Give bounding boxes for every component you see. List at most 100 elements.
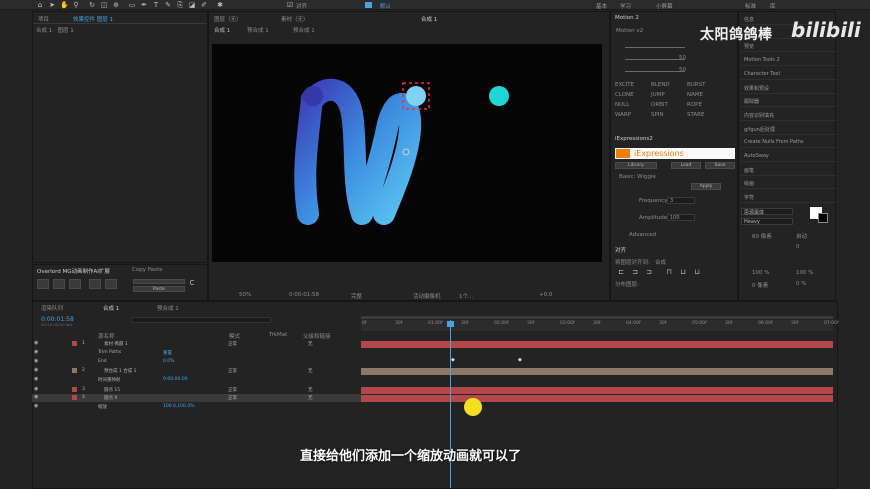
side-panel-item[interactable]: 跟踪器	[744, 98, 759, 105]
layer-duration-bar[interactable]	[361, 395, 833, 402]
layer-mode[interactable]: 正常	[228, 368, 237, 374]
layer-parent[interactable]: 无	[308, 341, 313, 347]
keyframe-2[interactable]: ◆	[518, 357, 522, 363]
views-dropdown[interactable]: 1个...	[459, 292, 473, 300]
side-panel-item[interactable]: gifgun后处理	[744, 126, 775, 133]
motion-slider-3[interactable]	[625, 71, 685, 72]
motion-slider-2[interactable]	[625, 59, 685, 60]
overlord-import-button[interactable]	[105, 279, 117, 289]
load-button[interactable]: Load	[671, 162, 701, 169]
amplitude-input[interactable]: 100	[667, 214, 695, 221]
motion-version-select[interactable]: Motion v2	[616, 28, 643, 34]
side-panel-item[interactable]: 绘画	[744, 180, 754, 187]
side-panel-item[interactable]: 画笔	[744, 167, 754, 174]
motion-value-2[interactable]: 50	[679, 67, 686, 73]
motion-button[interactable]: BURST	[687, 82, 705, 88]
layer-name[interactable]: 素材 椭圆 1	[104, 341, 128, 347]
motion-button[interactable]: SPIN	[651, 112, 664, 118]
snap-checkbox-icon[interactable]: ☑	[286, 1, 294, 9]
side-panel-item[interactable]: Motion Tools 2	[744, 57, 780, 63]
tracking-value[interactable]: 0	[796, 244, 800, 250]
layer-duration-bar[interactable]	[361, 341, 833, 348]
tab-copy-paste[interactable]: Copy Paste	[132, 267, 163, 273]
paste-button[interactable]: Paste	[133, 286, 185, 292]
align-bottom-icon[interactable]: ⊔	[693, 268, 701, 276]
workspace-default-swatch[interactable]	[365, 2, 372, 8]
align-hcenter-icon[interactable]: ⊐	[631, 268, 639, 276]
timeline-layer-row[interactable]: ◉ 3 圆点 15 正常 无	[32, 386, 361, 394]
align-to-dropdown[interactable]: 合成	[655, 258, 666, 266]
type-tool-icon[interactable]: T	[152, 1, 160, 9]
workspace-tab-1[interactable]: 基本	[596, 2, 607, 10]
align-tab[interactable]: 对齐	[615, 246, 626, 254]
composition-canvas[interactable]	[212, 44, 602, 262]
side-panel-item[interactable]: 字符	[744, 194, 754, 201]
layer-parent[interactable]: 重置	[163, 350, 172, 356]
leading-value[interactable]: 自动	[796, 232, 807, 240]
stroke-color-swatch[interactable]	[818, 213, 828, 223]
layer-name[interactable]: 缩放	[98, 404, 107, 410]
tab-timeline-comp1[interactable]: 合成 1	[103, 304, 119, 312]
visibility-eye-icon[interactable]: ◉	[34, 340, 38, 346]
rectangle-tool-icon[interactable]: ▭	[128, 1, 136, 9]
timeline-layer-row[interactable]: ◉ 4 圆点 9 正常 无	[32, 394, 361, 402]
layer-parent[interactable]: 无	[308, 395, 313, 401]
camera-dropdown[interactable]: 活动摄像机	[413, 292, 441, 300]
side-panel-item[interactable]: Create Nulls From Paths	[744, 139, 804, 145]
work-area-bar[interactable]	[361, 316, 833, 319]
workspace-default-tab[interactable]: 默认	[380, 2, 391, 10]
layer-name[interactable]: 预合成 1 合成 1	[104, 368, 137, 374]
tab-overlord[interactable]: Overlord MG动画制作AI扩展	[37, 267, 110, 275]
puppet-tool-icon[interactable]: ✱	[216, 1, 224, 9]
subtab-precomp1[interactable]: 预合成 1	[247, 26, 269, 34]
selected-dot[interactable]	[406, 86, 426, 106]
eraser-tool-icon[interactable]: ◪	[188, 1, 196, 9]
layer-name[interactable]: End	[98, 359, 107, 364]
tab-footage[interactable]: 素材（无）	[281, 15, 309, 23]
layer-label-color[interactable]	[72, 387, 77, 392]
brush-tool-icon[interactable]: ✎	[164, 1, 172, 9]
layer-name[interactable]: 圆点 15	[104, 387, 120, 393]
layer-mode[interactable]: 正常	[228, 395, 237, 401]
horizontal-scale-value[interactable]: 100 %	[796, 270, 813, 276]
advanced-toggle[interactable]: Advanced	[629, 232, 656, 238]
visibility-eye-icon[interactable]: ◉	[34, 394, 38, 400]
visibility-eye-icon[interactable]: ◉	[34, 386, 38, 392]
workspace-tab-5[interactable]: 库	[770, 2, 776, 10]
workspace-tab-3[interactable]: 小屏幕	[656, 2, 673, 10]
home-icon[interactable]: ⌂	[36, 1, 44, 9]
overlord-push-button[interactable]	[37, 279, 49, 289]
visibility-eye-icon[interactable]: ◉	[34, 367, 38, 373]
layer-label-color[interactable]	[72, 341, 77, 346]
layer-name[interactable]: 时间重映射	[98, 377, 121, 383]
layer-parent[interactable]: 无	[308, 387, 313, 393]
workspace-tab-4[interactable]: 标准	[745, 2, 756, 10]
pan-behind-tool-icon[interactable]: ⊕	[112, 1, 120, 9]
motion-button[interactable]: NAME	[687, 92, 703, 98]
timeline-search-input[interactable]	[131, 317, 271, 323]
roto-brush-tool-icon[interactable]: ✐	[200, 1, 208, 9]
overlord-export-button[interactable]	[89, 279, 101, 289]
tab-effect-controls[interactable]: 效果控件 图层 1	[73, 15, 113, 23]
visibility-eye-icon[interactable]: ◉	[34, 349, 38, 355]
rotate-tool-icon[interactable]: ↻	[88, 1, 96, 9]
motion-tab[interactable]: Motion 2	[615, 15, 639, 21]
font-style-dropdown[interactable]: Heavy	[741, 218, 793, 225]
timeline-layer-row[interactable]: ◉ 缩放 100.0,100.0%	[32, 403, 361, 411]
side-panel-item[interactable]: AutoSway	[744, 153, 769, 159]
iexpressions-tab[interactable]: iExpressions2	[615, 136, 653, 142]
camera-tool-icon[interactable]: ◫	[100, 1, 108, 9]
apply-button[interactable]: Apply	[691, 183, 721, 190]
overlord-settings-button[interactable]	[69, 279, 81, 289]
motion-button[interactable]: ROPE	[687, 102, 702, 108]
side-panel-item[interactable]: 预览	[744, 43, 754, 50]
motion-slider-1[interactable]	[625, 47, 685, 48]
layer-mode[interactable]: 正常	[228, 387, 237, 393]
side-panel-item[interactable]: 信息	[744, 16, 754, 23]
cyan-dot[interactable]	[489, 86, 509, 106]
subtab-precomp2[interactable]: 预合成 1	[293, 26, 315, 34]
zoom-tool-icon[interactable]: ⚲	[72, 1, 80, 9]
visibility-eye-icon[interactable]: ◉	[34, 358, 38, 364]
exposure-value[interactable]: +0.0	[539, 292, 552, 298]
motion-button[interactable]: NULL	[615, 102, 629, 108]
